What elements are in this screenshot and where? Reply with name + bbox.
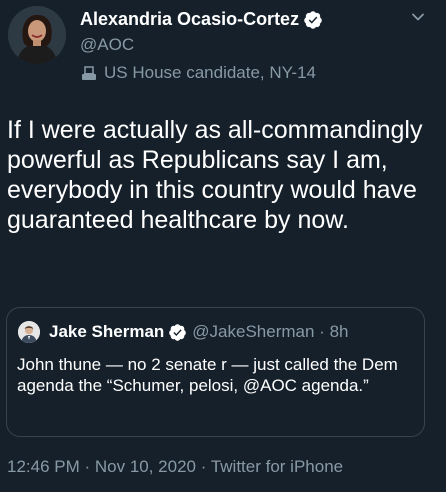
tweet-meta: 12:46 PM · Nov 10, 2020 · Twitter for iP… (7, 457, 343, 477)
quoted-author-avatar (18, 321, 40, 343)
tweet-text: If I were actually as all-commandingly p… (7, 116, 423, 234)
author-avatar[interactable] (8, 6, 66, 64)
quoted-author-name: Jake Sherman (49, 322, 165, 341)
verified-badge-icon (304, 10, 322, 29)
meta-separator: · (79, 457, 95, 476)
tweet-time[interactable]: 12:46 PM (7, 457, 80, 476)
meta-separator: · (196, 457, 211, 476)
verified-badge-icon (169, 323, 187, 341)
quoted-tweet[interactable]: Jake Sherman @JakeSherman · 8h John thun… (6, 307, 425, 437)
quoted-time: 8h (329, 322, 349, 341)
ballot-box-icon (82, 66, 96, 80)
quoted-text: John thune — no 2 senate r — just called… (17, 355, 398, 395)
quoted-header: Jake Sherman @JakeSherman · 8h (49, 322, 348, 342)
chevron-down-icon[interactable] (410, 9, 426, 25)
author-handle[interactable]: @AOC (80, 35, 134, 55)
author-name[interactable]: Alexandria Ocasio-Cortez (80, 9, 299, 30)
account-label: US House candidate, NY-14 (80, 63, 316, 83)
account-label-text: US House candidate, NY-14 (104, 63, 317, 82)
author-name-row[interactable]: Alexandria Ocasio-Cortez (80, 9, 323, 30)
quoted-author-handle: @JakeSherman (192, 322, 315, 341)
tweet-date[interactable]: Nov 10, 2020 (95, 457, 196, 476)
quoted-separator: · (314, 322, 330, 341)
tweet-source[interactable]: Twitter for iPhone (211, 457, 343, 476)
